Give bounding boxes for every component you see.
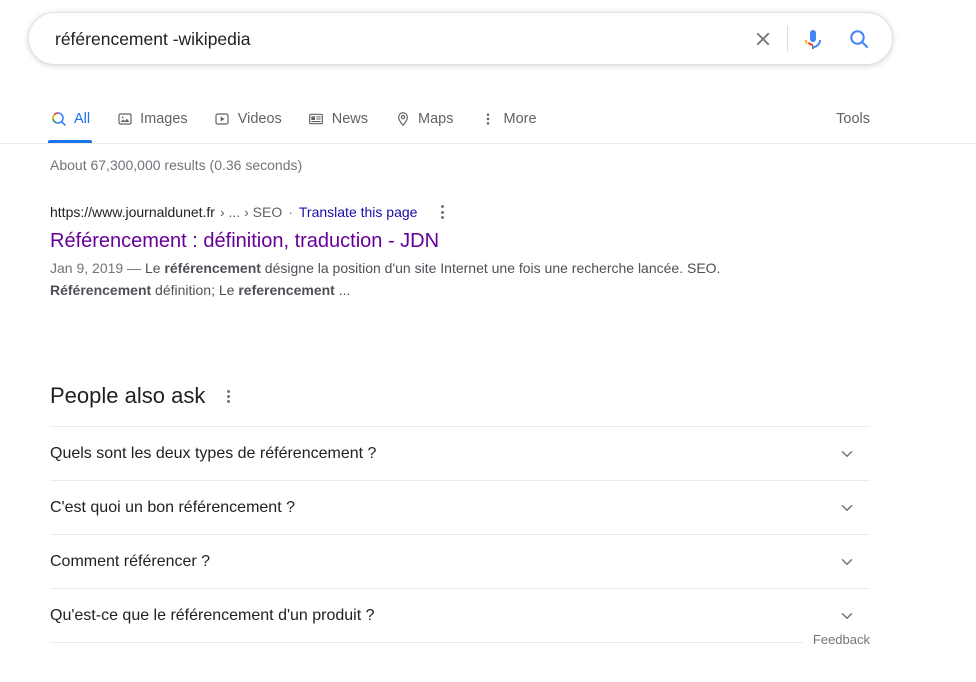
tab-images-label: Images (140, 111, 188, 127)
question-text: C'est quoi un bon référencement ? (50, 498, 295, 516)
tools-label: Tools (836, 111, 870, 127)
clear-search-button[interactable] (741, 17, 785, 61)
snippet-date: Jan 9, 2019 — (50, 260, 142, 276)
snippet-text-4: ... (334, 282, 351, 298)
feedback-link[interactable]: Feedback (802, 632, 870, 647)
tab-images[interactable]: Images (116, 96, 188, 142)
search-box[interactable] (28, 12, 893, 65)
people-also-ask-item[interactable]: Quels sont les deux types de référenceme… (50, 427, 870, 481)
snippet-bold-2: Référencement (50, 282, 152, 298)
kebab-dot (441, 205, 445, 208)
tab-more[interactable]: More (480, 96, 537, 142)
url-separator: · (288, 204, 293, 220)
search-results: About 67,300,000 results (0.36 seconds) … (50, 156, 880, 311)
question-text: Qu'est-ce que le référencement d'un prod… (50, 606, 375, 624)
people-also-ask-header: People also ask (50, 382, 870, 410)
search-divider (787, 25, 788, 52)
tab-news[interactable]: News (308, 96, 368, 142)
chevron-down-icon[interactable] (836, 443, 858, 465)
image-icon (116, 111, 133, 128)
snippet-text-2: désigne la position d'un site Internet u… (260, 260, 721, 276)
tab-news-label: News (331, 111, 369, 127)
search-icon (850, 29, 868, 48)
search-nav-tabs: All Images Videos News Maps More Tools (0, 96, 976, 144)
more-vertical-icon (480, 111, 497, 128)
tab-videos-label: Videos (237, 111, 282, 127)
search-input[interactable] (29, 24, 741, 53)
result-stats: About 67,300,000 results (0.36 seconds) (50, 157, 303, 173)
kebab-dot (227, 389, 231, 393)
question-text: Quels sont les deux types de référenceme… (50, 444, 377, 462)
search-icon (50, 111, 67, 128)
snippet-bold-1: référencement (164, 260, 261, 276)
kebab-dot (227, 394, 231, 398)
tab-more-label: More (503, 111, 537, 127)
people-also-ask-item[interactable]: Comment référencer ? (50, 535, 870, 589)
chevron-down-icon[interactable] (836, 551, 858, 573)
feedback-row: Feedback (50, 632, 870, 667)
result-title-link[interactable]: Référencement : définition, traduction -… (50, 228, 439, 254)
result-snippet: Jan 9, 2019 — Le référencement désigne l… (50, 257, 790, 301)
people-also-ask-item[interactable]: Qu'est-ce que le référencement d'un prod… (50, 589, 870, 643)
result-url-line: https://www.journaldunet.fr › ... › SEO … (50, 202, 880, 222)
search-submit-button[interactable] (836, 17, 882, 61)
people-also-ask-list: Quels sont les deux types de référenceme… (50, 426, 870, 643)
news-icon (308, 111, 325, 128)
chevron-down-icon[interactable] (836, 497, 858, 519)
result-url-breadcrumb: › ... › SEO (219, 204, 283, 220)
microphone-icon (805, 29, 821, 49)
result-url-domain[interactable]: https://www.journaldunet.fr (50, 202, 215, 222)
voice-search-button[interactable] (790, 17, 836, 61)
tab-all[interactable]: All (47, 96, 93, 143)
snippet-text-1: Le (141, 260, 165, 276)
chevron-down-icon[interactable] (836, 605, 858, 627)
tab-maps-label: Maps (418, 111, 454, 127)
people-also-ask-item[interactable]: C'est quoi un bon référencement ? (50, 481, 870, 535)
people-also-ask-section: People also ask Quels sont les deux type… (50, 382, 870, 667)
question-text: Comment référencer ? (50, 552, 211, 570)
snippet-text-3: définition; Le (151, 282, 239, 298)
map-pin-icon (394, 111, 411, 128)
video-icon (214, 111, 231, 128)
people-also-ask-title: People also ask (50, 383, 206, 408)
kebab-dot (441, 210, 445, 214)
close-icon (756, 32, 770, 45)
result-options-button[interactable] (435, 203, 450, 221)
snippet-bold-3: referencement (238, 282, 335, 298)
tab-maps[interactable]: Maps (394, 96, 454, 142)
tab-videos[interactable]: Videos (214, 96, 282, 142)
kebab-dot (441, 216, 445, 219)
search-result-item: https://www.journaldunet.fr › ... › SEO … (50, 202, 880, 301)
tab-all-label: All (74, 111, 91, 127)
tools-button[interactable]: Tools (836, 96, 870, 142)
search-bar (28, 12, 893, 65)
kebab-dot (227, 399, 231, 403)
translate-page-link[interactable]: Translate this page (299, 202, 418, 222)
people-also-ask-options-button[interactable] (221, 388, 236, 405)
